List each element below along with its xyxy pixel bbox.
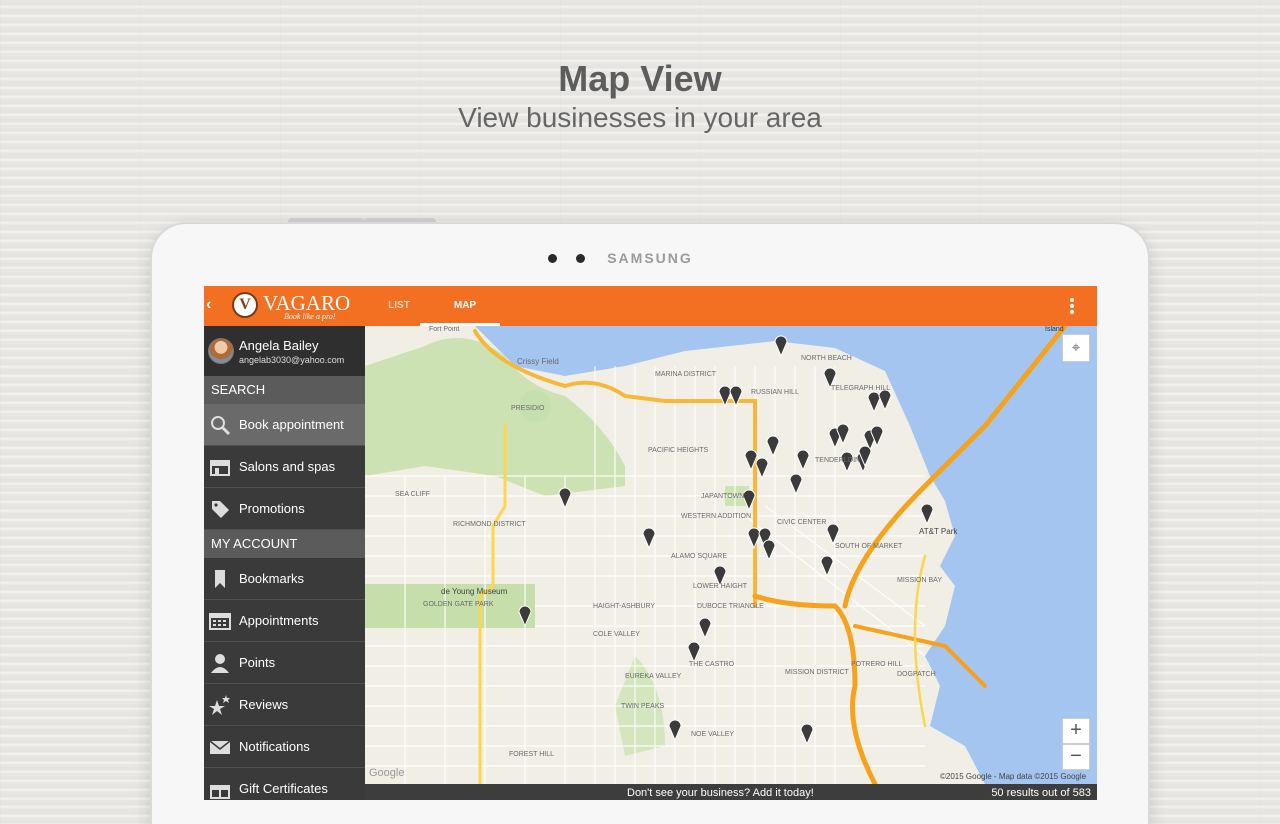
map-label: SOUTH OF MARKET: [835, 543, 903, 550]
section-my-account: MY ACCOUNT: [204, 530, 365, 558]
results-count: 50 results out of 583: [991, 787, 1091, 799]
gift-icon: [209, 778, 231, 800]
map-label: Crissy Field: [517, 357, 559, 366]
add-business-link[interactable]: Don't see your business? Add it today!: [627, 787, 814, 799]
section-search: SEARCH: [204, 376, 365, 404]
sensor-icon: [576, 254, 585, 263]
envelope-icon: [209, 736, 231, 758]
sidebar-item-appointments[interactable]: Appointments: [204, 600, 365, 642]
map-label: LOWER HAIGHT: [693, 583, 748, 590]
map-label: PACIFIC HEIGHTS: [648, 447, 708, 454]
map-label: TENDERLOIN: [815, 457, 860, 464]
sidebar-item-salons-and-spas[interactable]: Salons and spas: [204, 446, 365, 488]
map-label: Fort Point: [429, 326, 459, 333]
map-label: MISSION BAY: [897, 577, 942, 584]
stars-icon: [209, 694, 231, 716]
vagaro-logo-icon: V: [232, 292, 258, 318]
sidebar-item-gift-certificates[interactable]: Gift Certificates: [204, 768, 365, 800]
device-brand: SAMSUNG: [607, 250, 693, 266]
calendar-icon: [209, 610, 231, 632]
map-label: RICHMOND DISTRICT: [453, 521, 526, 528]
map-label: CIVIC CENTER: [777, 519, 826, 526]
overflow-menu-icon[interactable]: [1070, 298, 1074, 316]
tag-icon: [209, 498, 231, 520]
map-label: MISSION DISTRICT: [785, 669, 850, 676]
user-email: angelab3030@yahoo.com: [239, 355, 345, 365]
search-icon: [209, 414, 231, 436]
sidebar-item-label: Promotions: [239, 501, 305, 516]
map-label: MARINA DISTRICT: [655, 371, 717, 378]
sidebar-item-label: Gift Certificates: [239, 781, 328, 796]
user-profile[interactable]: Angela Bailey angelab3030@yahoo.com: [204, 326, 365, 376]
back-icon[interactable]: ‹: [206, 296, 211, 314]
storefront-icon: [209, 456, 231, 478]
sidebar-item-label: Book appointment: [239, 417, 344, 432]
crosshair-icon[interactable]: ⌖: [1062, 334, 1090, 362]
logo-tagline: Book like a pro!: [284, 312, 336, 321]
results-footer: Don't see your business? Add it today! 5…: [365, 784, 1097, 800]
map-label: DUBOCE TRIANGLE: [697, 603, 764, 610]
sidebar-item-book-appointment[interactable]: Book appointment: [204, 404, 365, 446]
map-label: Island: [1045, 326, 1064, 333]
map-label: TELEGRAPH HILL: [831, 385, 890, 392]
sidebar-item-label: Salons and spas: [239, 459, 336, 474]
map-label: NORTH BEACH: [801, 355, 852, 362]
app-bar: ‹ V VAGARO Book like a pro! LIST MAP: [204, 286, 1097, 326]
person-icon: [209, 652, 231, 674]
promo-subtitle: View businesses in your area: [458, 102, 822, 133]
map-label: PRESIDIO: [511, 405, 545, 412]
sidebar-item-label: Appointments: [239, 613, 319, 628]
google-logo: Google: [369, 767, 404, 779]
map-label: DOGPATCH: [897, 671, 936, 678]
map-label: HAIGHT-ASHBURY: [593, 603, 655, 610]
bookmark-icon: [209, 568, 231, 590]
map-label: SEA CLIFF: [395, 491, 430, 498]
promo-title: Map View: [558, 58, 722, 99]
map-label: TWIN PEAKS: [621, 703, 665, 710]
sidebar-item-bookmarks[interactable]: Bookmarks: [204, 558, 365, 600]
map-label: ALAMO SQUARE: [671, 553, 727, 560]
zoom-in-button[interactable]: +: [1062, 718, 1090, 744]
sidebar-item-notifications[interactable]: Notifications: [204, 726, 365, 768]
sidebar-item-reviews[interactable]: Reviews: [204, 684, 365, 726]
map-copyright: ©2015 Google - Map data ©2015 Google: [940, 772, 1087, 781]
map-label: RUSSIAN HILL: [751, 389, 799, 396]
sidebar-item-points[interactable]: Points: [204, 642, 365, 684]
sidebar-item-label: Bookmarks: [239, 571, 305, 586]
map-label: EUREKA VALLEY: [625, 673, 682, 680]
map-label: AT&T Park: [919, 527, 958, 536]
sidebar-item-label: Reviews: [239, 697, 289, 712]
map-label: de Young Museum: [441, 587, 508, 596]
zoom-out-button[interactable]: −: [1062, 744, 1090, 770]
sidebar-item-label: Notifications: [239, 739, 310, 754]
user-name: Angela Bailey: [239, 338, 319, 353]
app-screen: ‹ V VAGARO Book like a pro! LIST MAP Ang…: [204, 286, 1097, 800]
map-label: FOREST HILL: [509, 751, 554, 758]
sidebar-item-promotions[interactable]: Promotions: [204, 488, 365, 530]
map-label: GOLDEN GATE PARK: [423, 601, 494, 608]
tab-list[interactable]: LIST: [374, 286, 424, 326]
map-label: THE CASTRO: [689, 661, 735, 668]
camera-icon: [548, 254, 557, 263]
map-label: WESTERN ADDITION: [681, 513, 751, 520]
map-label: POTRERO HILL: [851, 661, 902, 668]
map-view[interactable]: Fort Point Crissy Field MARINA DISTRICT …: [365, 326, 1097, 784]
sidebar-item-label: Points: [239, 655, 276, 670]
map-canvas[interactable]: Fort Point Crissy Field MARINA DISTRICT …: [365, 326, 1097, 784]
avatar: [208, 338, 234, 364]
map-label: NOE VALLEY: [691, 731, 734, 738]
map-label: JAPANTOWN: [701, 493, 744, 500]
tab-map[interactable]: MAP: [440, 286, 490, 326]
nav-drawer: Angela Bailey angelab3030@yahoo.com SEAR…: [204, 326, 365, 800]
map-label: COLE VALLEY: [593, 631, 640, 638]
